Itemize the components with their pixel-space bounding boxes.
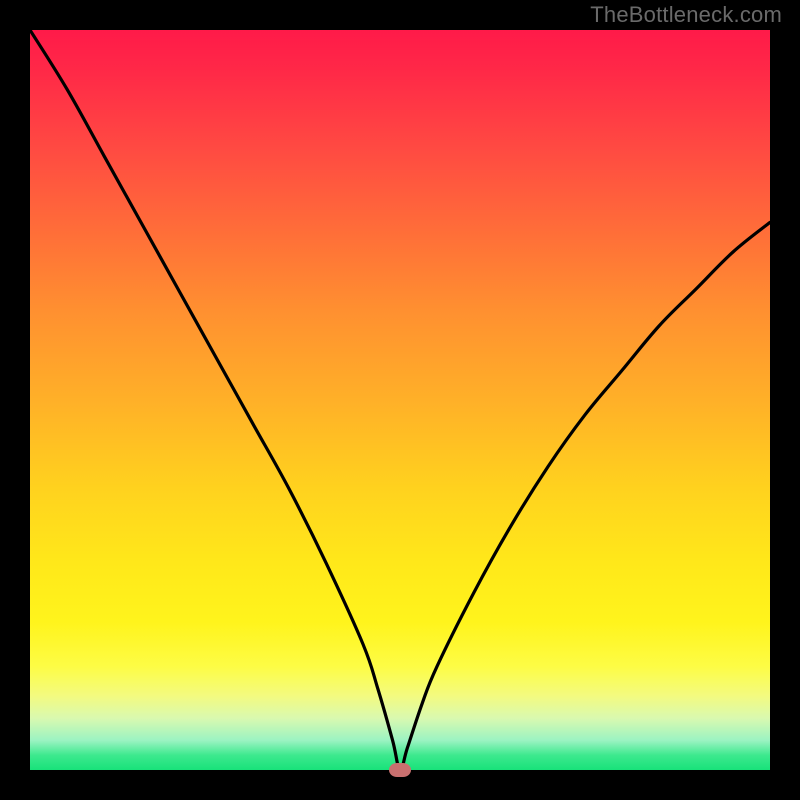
bottleneck-curve: [30, 30, 770, 770]
optimum-marker: [389, 763, 411, 777]
watermark-text: TheBottleneck.com: [590, 2, 782, 28]
curve-path: [30, 30, 770, 770]
outer-frame: TheBottleneck.com: [0, 0, 800, 800]
plot-area: [30, 30, 770, 770]
